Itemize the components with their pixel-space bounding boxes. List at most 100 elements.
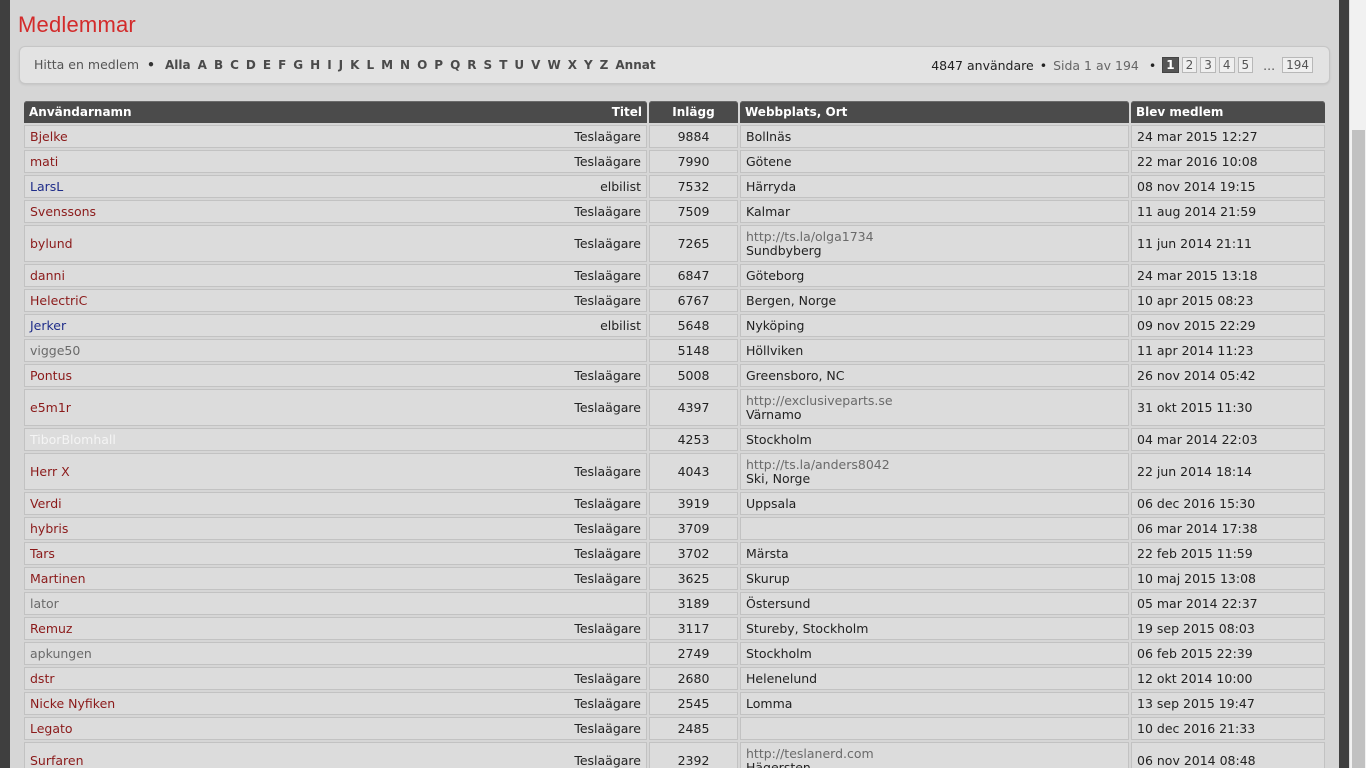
member-name-link[interactable]: Surfaren: [30, 753, 84, 768]
header-username[interactable]: Användarnamn Titel: [24, 101, 647, 123]
member-name-link[interactable]: mati: [30, 154, 58, 169]
header-joined[interactable]: Blev medlem: [1131, 101, 1325, 123]
letter-link[interactable]: J: [339, 58, 343, 72]
letter-link[interactable]: Annat: [615, 58, 655, 72]
letter-link[interactable]: G: [293, 58, 303, 72]
letter-link[interactable]: N: [400, 58, 410, 72]
page-link[interactable]: 5: [1237, 57, 1254, 73]
cell-website-location: Göteborg: [740, 264, 1129, 287]
cell-website-location: Götene: [740, 150, 1129, 173]
header-website-location[interactable]: Webbplats, Ort: [740, 101, 1129, 123]
member-name-link[interactable]: Pontus: [30, 368, 72, 383]
member-rank: Teslaägare: [574, 671, 641, 686]
scrollbar-thumb[interactable]: [1352, 130, 1365, 768]
cell-joined: 22 mar 2016 10:08: [1131, 150, 1325, 173]
header-posts[interactable]: Inlägg: [649, 101, 738, 123]
member-website-link[interactable]: http://ts.la/anders8042: [746, 457, 1123, 472]
letter-link[interactable]: K: [350, 58, 359, 72]
member-name-link[interactable]: Nicke Nyfiken: [30, 696, 115, 711]
letter-link[interactable]: S: [484, 58, 493, 72]
member-name-link[interactable]: vigge50: [30, 343, 80, 358]
member-name-link[interactable]: TiborBlomhall: [30, 432, 116, 447]
letter-link[interactable]: C: [230, 58, 239, 72]
cell-joined: 10 dec 2016 21:33: [1131, 717, 1325, 740]
page-link-current[interactable]: 1: [1162, 57, 1179, 73]
cell-posts: 7265: [649, 225, 738, 262]
letter-link[interactable]: B: [214, 58, 223, 72]
letter-link[interactable]: D: [246, 58, 256, 72]
cell-website-location: Höllviken: [740, 339, 1129, 362]
cell-joined: 06 nov 2014 08:48: [1131, 742, 1325, 768]
member-location: Sundbyberg: [746, 242, 822, 258]
letter-link[interactable]: Q: [450, 58, 460, 72]
letter-link[interactable]: X: [568, 58, 577, 72]
member-name-link[interactable]: Tars: [30, 546, 55, 561]
member-rank: Teslaägare: [574, 546, 641, 561]
cell-username: Pontus Teslaägare: [24, 364, 647, 387]
letter-link[interactable]: P: [434, 58, 443, 72]
table-row: Martinen Teslaägare 3625 Skurup 10 maj 2015 …: [24, 567, 1325, 590]
member-website-link[interactable]: http://teslanerd.com: [746, 746, 1123, 761]
vertical-scrollbar[interactable]: [1349, 0, 1366, 768]
member-rank: Teslaägare: [574, 293, 641, 308]
page-link-last[interactable]: 194: [1282, 57, 1313, 73]
page-link[interactable]: 4: [1218, 57, 1235, 73]
member-name-link[interactable]: bylund: [30, 236, 73, 251]
member-name-link[interactable]: hybris: [30, 521, 68, 536]
letter-link[interactable]: V: [531, 58, 540, 72]
member-name-link[interactable]: Martinen: [30, 571, 86, 586]
member-rank: Teslaägare: [574, 621, 641, 636]
letter-link[interactable]: Z: [600, 58, 609, 72]
letter-link[interactable]: U: [514, 58, 524, 72]
letter-link[interactable]: Y: [584, 58, 593, 72]
member-name-link[interactable]: dstr: [30, 671, 55, 686]
cell-joined: 11 aug 2014 21:59: [1131, 200, 1325, 223]
member-name-link[interactable]: lator: [30, 596, 59, 611]
member-location: Götene: [746, 153, 792, 169]
page-title: Medlemmar: [18, 12, 136, 37]
table-row: Bjelke Teslaägare 9884 Bollnäs 24 mar 2015 1…: [24, 125, 1325, 148]
member-name-link[interactable]: Remuz: [30, 621, 72, 636]
cell-username: Herr X Teslaägare: [24, 453, 647, 490]
letter-link[interactable]: F: [278, 58, 286, 72]
letter-link[interactable]: R: [467, 58, 476, 72]
member-location: Stockholm: [746, 645, 812, 661]
member-name-link[interactable]: apkungen: [30, 646, 92, 661]
member-website-link[interactable]: http://exclusiveparts.se: [746, 393, 1123, 408]
member-name-link[interactable]: LarsL: [30, 179, 63, 194]
cell-website-location: http://teslanerd.com Hägersten: [740, 742, 1129, 768]
letter-link[interactable]: E: [263, 58, 271, 72]
member-name-link[interactable]: Herr X: [30, 464, 70, 479]
letter-link[interactable]: A: [198, 58, 207, 72]
page-link[interactable]: 2: [1181, 57, 1198, 73]
member-name-link[interactable]: Verdi: [30, 496, 62, 511]
cell-joined: 09 nov 2015 22:29: [1131, 314, 1325, 337]
pagination: 4847 användare • Sida 1 av 194 • 12345 .…: [931, 57, 1313, 73]
letter-link[interactable]: I: [327, 58, 331, 72]
member-location: Lomma: [746, 695, 793, 711]
member-name-link[interactable]: e5m1r: [30, 400, 71, 415]
letter-link[interactable]: T: [499, 58, 507, 72]
letter-link[interactable]: Alla: [165, 58, 191, 72]
table-row: Pontus Teslaägare 5008 Greensboro, NC 26 nov…: [24, 364, 1325, 387]
letter-link[interactable]: W: [547, 58, 560, 72]
cell-posts: 7990: [649, 150, 738, 173]
letter-link[interactable]: M: [381, 58, 393, 72]
header-title-label[interactable]: Titel: [612, 105, 642, 119]
letter-links: Alla A B C D E F G H I J K L M N O P Q R S T U V W X Y Z Annat: [165, 57, 663, 72]
member-location: Stureby, Stockholm: [746, 620, 869, 636]
member-location: Höllviken: [746, 342, 804, 358]
letter-link[interactable]: L: [366, 58, 374, 72]
letter-link[interactable]: H: [310, 58, 320, 72]
cell-username: Bjelke Teslaägare: [24, 125, 647, 148]
page-link[interactable]: 3: [1200, 57, 1216, 73]
member-name-link[interactable]: Jerker: [30, 318, 66, 333]
cell-username: lator: [24, 592, 647, 615]
member-name-link[interactable]: HelectriC: [30, 293, 87, 308]
letter-link[interactable]: O: [417, 58, 427, 72]
member-name-link[interactable]: Bjelke: [30, 129, 68, 144]
member-website-link[interactable]: http://ts.la/olga1734: [746, 229, 1123, 244]
member-name-link[interactable]: Svenssons: [30, 204, 96, 219]
member-name-link[interactable]: danni: [30, 268, 65, 283]
member-name-link[interactable]: Legato: [30, 721, 73, 736]
